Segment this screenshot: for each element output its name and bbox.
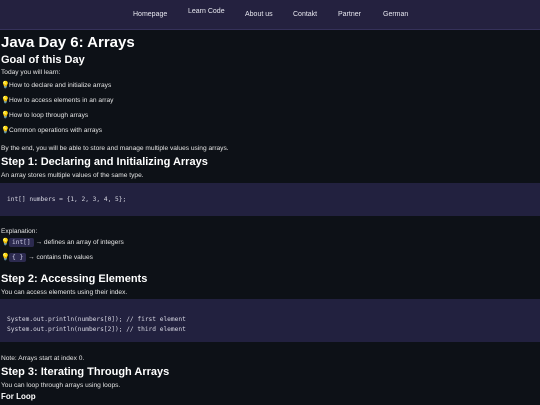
main-content: Java Day 6: Arrays Goal of this Day Toda… xyxy=(0,30,540,405)
goal-item: 💡Common operations with arrays xyxy=(1,127,103,134)
page-title: Java Day 6: Arrays xyxy=(1,34,135,51)
explanation-item: 💡 int[] → defines an array of integers xyxy=(1,238,124,247)
goal-item: 💡How to loop through arrays xyxy=(1,112,89,119)
goal-heading: Goal of this Day xyxy=(1,54,85,66)
step1-text: An array stores multiple values of the s… xyxy=(1,172,144,179)
lightbulb-icon: 💡 xyxy=(1,254,10,261)
intro-text: Today you will learn: xyxy=(1,69,61,76)
nav-partner[interactable]: Partner xyxy=(338,11,361,18)
explanation-item: 💡{ } → contains the values xyxy=(1,253,93,262)
goal-item: 💡How to access elements in an array xyxy=(1,97,114,104)
for-loop-heading: For Loop xyxy=(1,392,36,401)
code-chip: { } xyxy=(9,253,27,262)
code-chip: int[] xyxy=(9,238,34,247)
step2-heading: Step 2: Accessing Elements xyxy=(1,273,148,285)
lightbulb-icon: 💡 xyxy=(1,127,10,134)
nav-contakt[interactable]: Contakt xyxy=(293,11,317,18)
code-line: int[] numbers = {1, 2, 3, 4, 5}; xyxy=(7,196,127,203)
step3-heading: Step 3: Iterating Through Arrays xyxy=(1,366,170,378)
nav-homepage[interactable]: Homepage xyxy=(133,11,167,18)
step2-text: You can access elements using their inde… xyxy=(1,289,128,296)
summary-text: By the end, you will be able to store an… xyxy=(1,145,229,152)
lightbulb-icon: 💡 xyxy=(1,82,10,89)
nav-learn-code[interactable]: Learn Code xyxy=(188,8,225,15)
lightbulb-icon: 💡 xyxy=(1,112,10,119)
lightbulb-icon: 💡 xyxy=(1,239,10,246)
nav-german[interactable]: German xyxy=(383,11,408,18)
nav-about-us[interactable]: About us xyxy=(245,11,273,18)
explanation-label: Explanation: xyxy=(1,228,38,235)
code-block: System.out.println(numbers[0]); // first… xyxy=(0,299,540,342)
code-line: System.out.println(numbers[2]); // third… xyxy=(7,326,186,333)
top-navigation: Homepage Learn Code About us Contakt Par… xyxy=(0,0,540,30)
note-text: Note: Arrays start at index 0. xyxy=(1,355,85,362)
code-block: int[] numbers = {1, 2, 3, 4, 5}; xyxy=(0,183,540,216)
code-line: System.out.println(numbers[0]); // first… xyxy=(7,316,186,323)
step3-text: You can loop through arrays using loops. xyxy=(1,382,121,389)
step1-heading: Step 1: Declaring and Initializing Array… xyxy=(1,156,208,168)
goal-item: 💡How to declare and initialize arrays xyxy=(1,82,112,89)
lightbulb-icon: 💡 xyxy=(1,97,10,104)
